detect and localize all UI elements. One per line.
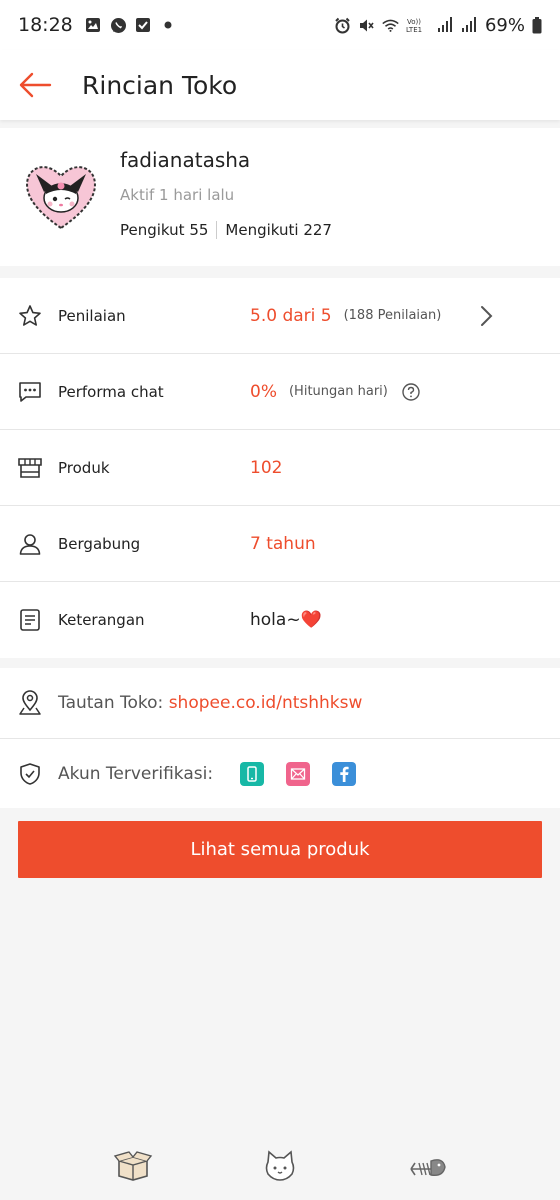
rating-value-group: 5.0 dari 5 (188 Penilaian) xyxy=(250,306,441,326)
following-count[interactable]: Mengikuti 227 xyxy=(225,221,332,239)
bottom-navigation xyxy=(0,1138,560,1194)
avatar[interactable] xyxy=(22,156,100,234)
shop-name: fadianatasha xyxy=(120,148,251,172)
shop-links: Tautan Toko: shopee.co.id/ntshhksw Akun … xyxy=(0,668,560,808)
chat-performance-label: Performa chat xyxy=(58,382,164,401)
shop-link-label: Tautan Toko: xyxy=(58,693,169,713)
app-header: Rincian Toko xyxy=(0,50,560,120)
star-icon xyxy=(16,302,44,330)
status-left: 18:28 xyxy=(18,14,177,36)
store-icon xyxy=(16,454,44,482)
follow-stats: Pengikut 55 Mengikuti 227 xyxy=(120,221,332,239)
svg-text:Vo)): Vo)) xyxy=(407,18,421,26)
wifi-icon xyxy=(382,17,399,34)
email-icon xyxy=(286,761,310,786)
whatsapp-icon xyxy=(110,17,127,34)
facebook-icon xyxy=(332,761,356,786)
chat-performance-row: Performa chat 0% (Hitungan hari) xyxy=(0,354,560,430)
mute-icon xyxy=(358,17,375,34)
shop-link-row: Tautan Toko: shopee.co.id/ntshhksw xyxy=(0,668,560,738)
battery-percentage: 69% xyxy=(484,14,525,36)
verified-label: Akun Terverifikasi: xyxy=(58,763,214,784)
rating-label: Penilaian xyxy=(58,306,126,325)
box-icon[interactable] xyxy=(110,1146,156,1186)
chat-icon xyxy=(16,378,44,406)
page-title: Rincian Toko xyxy=(82,70,238,100)
dot-icon xyxy=(160,17,177,34)
divider xyxy=(216,221,218,239)
shop-link-text: Tautan Toko: shopee.co.id/ntshhksw xyxy=(58,693,362,713)
chevron-right-icon xyxy=(481,306,493,326)
description-label: Keterangan xyxy=(58,611,145,629)
verified-badges xyxy=(240,761,356,786)
svg-text:LTE1: LTE1 xyxy=(406,26,422,34)
joined-label: Bergabung xyxy=(58,534,141,553)
joined-row: Bergabung 7 tahun xyxy=(0,506,560,582)
products-label: Produk xyxy=(58,458,110,477)
phone-icon xyxy=(240,761,264,786)
followers-count[interactable]: Pengikut 55 xyxy=(120,221,208,239)
help-icon[interactable] xyxy=(402,382,420,401)
description-row: Keterangan hola~❤️ xyxy=(0,582,560,658)
shop-link-url[interactable]: shopee.co.id/ntshhksw xyxy=(169,693,363,713)
shield-check-icon xyxy=(16,760,44,788)
verified-account-row: Akun Terverifikasi: xyxy=(0,738,560,808)
status-right: Vo)) LTE1 69% xyxy=(334,15,542,36)
arrow-left-icon xyxy=(19,72,52,98)
alarm-icon xyxy=(334,17,351,34)
view-all-products-button[interactable]: Lihat semua produk xyxy=(18,821,542,878)
user-icon xyxy=(16,530,44,558)
volte-icon: Vo)) LTE1 xyxy=(406,17,430,34)
cat-icon[interactable] xyxy=(257,1146,303,1186)
location-pin-icon xyxy=(16,689,44,717)
joined-value: 7 tahun xyxy=(250,533,316,554)
description-value: hola~❤️ xyxy=(250,610,322,630)
chat-performance-value: 0% xyxy=(250,381,277,402)
chat-value-group: 0% (Hitungan hari) xyxy=(250,382,420,402)
active-status: Aktif 1 hari lalu xyxy=(120,186,235,204)
battery-icon xyxy=(532,16,542,34)
shop-stats: Penilaian 5.0 dari 5 (188 Penilaian) Per… xyxy=(0,278,560,658)
back-button[interactable] xyxy=(0,50,70,120)
checkbox-notification-icon xyxy=(135,17,152,34)
status-bar: 18:28 Vo)) LTE1 69% xyxy=(0,0,560,50)
signal-icon xyxy=(437,17,454,34)
document-icon xyxy=(16,606,44,634)
products-value: 102 xyxy=(250,457,283,478)
status-time: 18:28 xyxy=(18,14,73,36)
shop-profile: fadianatasha Aktif 1 hari lalu Pengikut … xyxy=(0,128,560,266)
fishbone-icon[interactable] xyxy=(404,1146,450,1186)
rating-value: 5.0 dari 5 xyxy=(250,305,332,326)
rating-count: (188 Penilaian) xyxy=(343,308,442,323)
gallery-icon xyxy=(85,17,102,34)
products-row: Produk 102 xyxy=(0,430,560,506)
rating-row[interactable]: Penilaian 5.0 dari 5 (188 Penilaian) xyxy=(0,278,560,354)
signal-icon xyxy=(461,17,478,34)
chat-performance-note: (Hitungan hari) xyxy=(288,384,388,399)
